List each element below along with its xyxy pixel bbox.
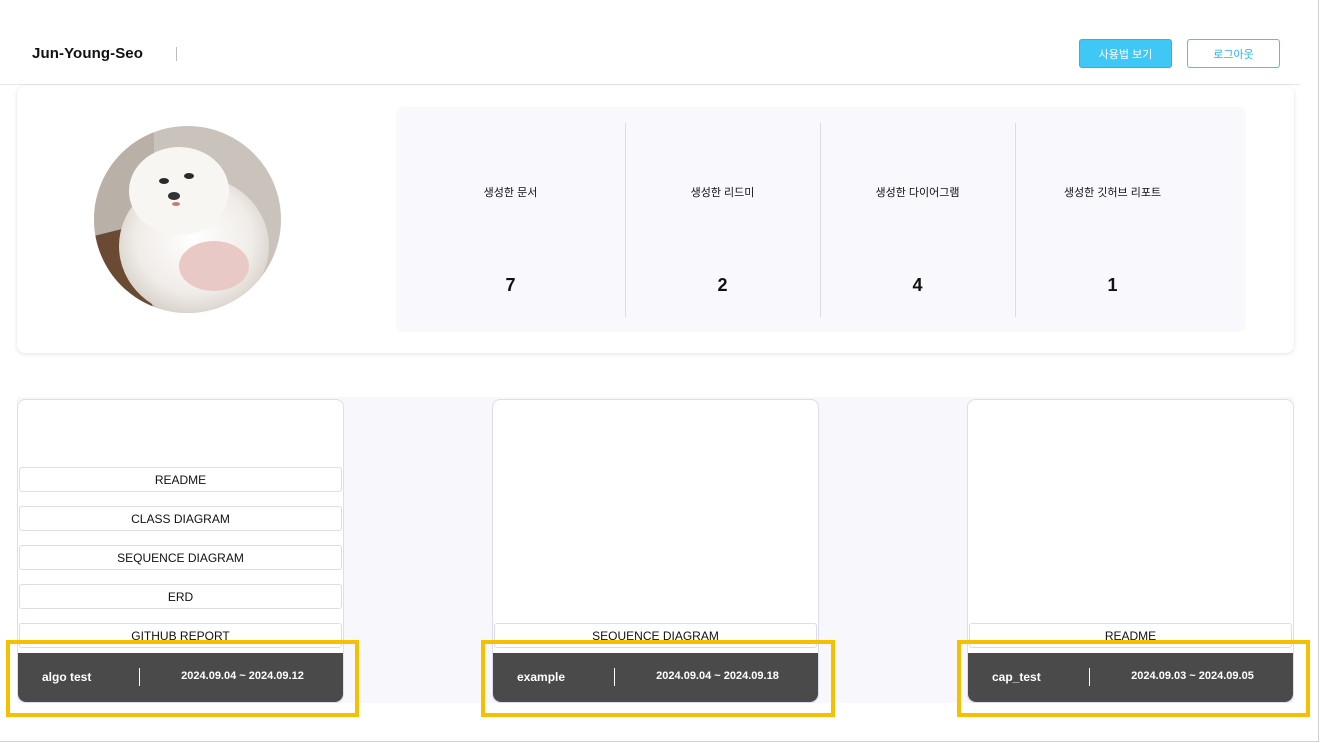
document-card[interactable]: README cap_test 2024.09.03 ~ 2024.09.05 [967,399,1294,703]
logout-button[interactable]: 로그아웃 [1187,39,1280,68]
guide-button[interactable]: 사용법 보기 [1079,39,1172,68]
stat-label: 생성한 문서 [483,187,538,199]
stat-label: 생성한 깃허브 리포트 [1063,187,1162,199]
document-title: example [517,670,566,684]
document-card[interactable]: README CLASS DIAGRAM SEQUENCE DIAGRAM ER… [17,399,344,703]
top-header: Jun-Young-Seo 사용법 보기 로그아웃 [0,0,1300,85]
header-divider [176,47,177,61]
document-title: algo test [42,670,92,684]
document-title: cap_test [992,670,1041,684]
stat-diagrams: 생성한 다이어그램 4 [820,123,1015,317]
stats-panel: 생성한 문서 7 생성한 리드미 2 생성한 다이어그램 4 생성한 깃허브 리… [396,107,1246,332]
stat-documents: 생성한 문서 7 [396,123,625,317]
doc-item-erd[interactable]: ERD [19,584,342,609]
document-date-range: 2024.09.04 ~ 2024.09.18 [656,670,779,682]
stat-label: 생성한 리드미 [690,187,755,199]
stat-label: 생성한 다이어그램 [875,187,960,199]
profile-avatar [94,126,281,313]
doc-item-class-diagram[interactable]: CLASS DIAGRAM [19,506,342,531]
doc-item-sequence-diagram[interactable]: SEQUENCE DIAGRAM [19,545,342,570]
user-name: Jun-Young-Seo [32,45,144,62]
document-footer[interactable]: cap_test 2024.09.03 ~ 2024.09.05 [968,653,1293,702]
document-date-range: 2024.09.03 ~ 2024.09.05 [1131,670,1254,682]
dog-photo-icon [94,126,281,313]
document-footer[interactable]: example 2024.09.04 ~ 2024.09.18 [493,653,818,702]
document-card[interactable]: SEQUENCE DIAGRAM example 2024.09.04 ~ 20… [492,399,819,703]
doc-item-readme[interactable]: README [969,623,1292,648]
stat-value: 7 [505,275,516,295]
doc-item-sequence-diagram[interactable]: SEQUENCE DIAGRAM [494,623,817,648]
footer-divider [614,668,615,686]
footer-divider [139,668,140,686]
document-date-range: 2024.09.04 ~ 2024.09.12 [181,670,304,682]
doc-item-readme[interactable]: README [19,467,342,492]
stat-value: 1 [1107,275,1118,295]
stat-value: 4 [912,275,923,295]
stat-readmes: 생성한 리드미 2 [625,123,820,317]
stat-value: 2 [717,275,728,295]
document-footer[interactable]: algo test 2024.09.04 ~ 2024.09.12 [18,653,343,702]
stat-github-reports: 생성한 깃허브 리포트 1 [1015,123,1210,317]
doc-item-github-report[interactable]: GITHUB REPORT [19,623,342,648]
footer-divider [1089,668,1090,686]
